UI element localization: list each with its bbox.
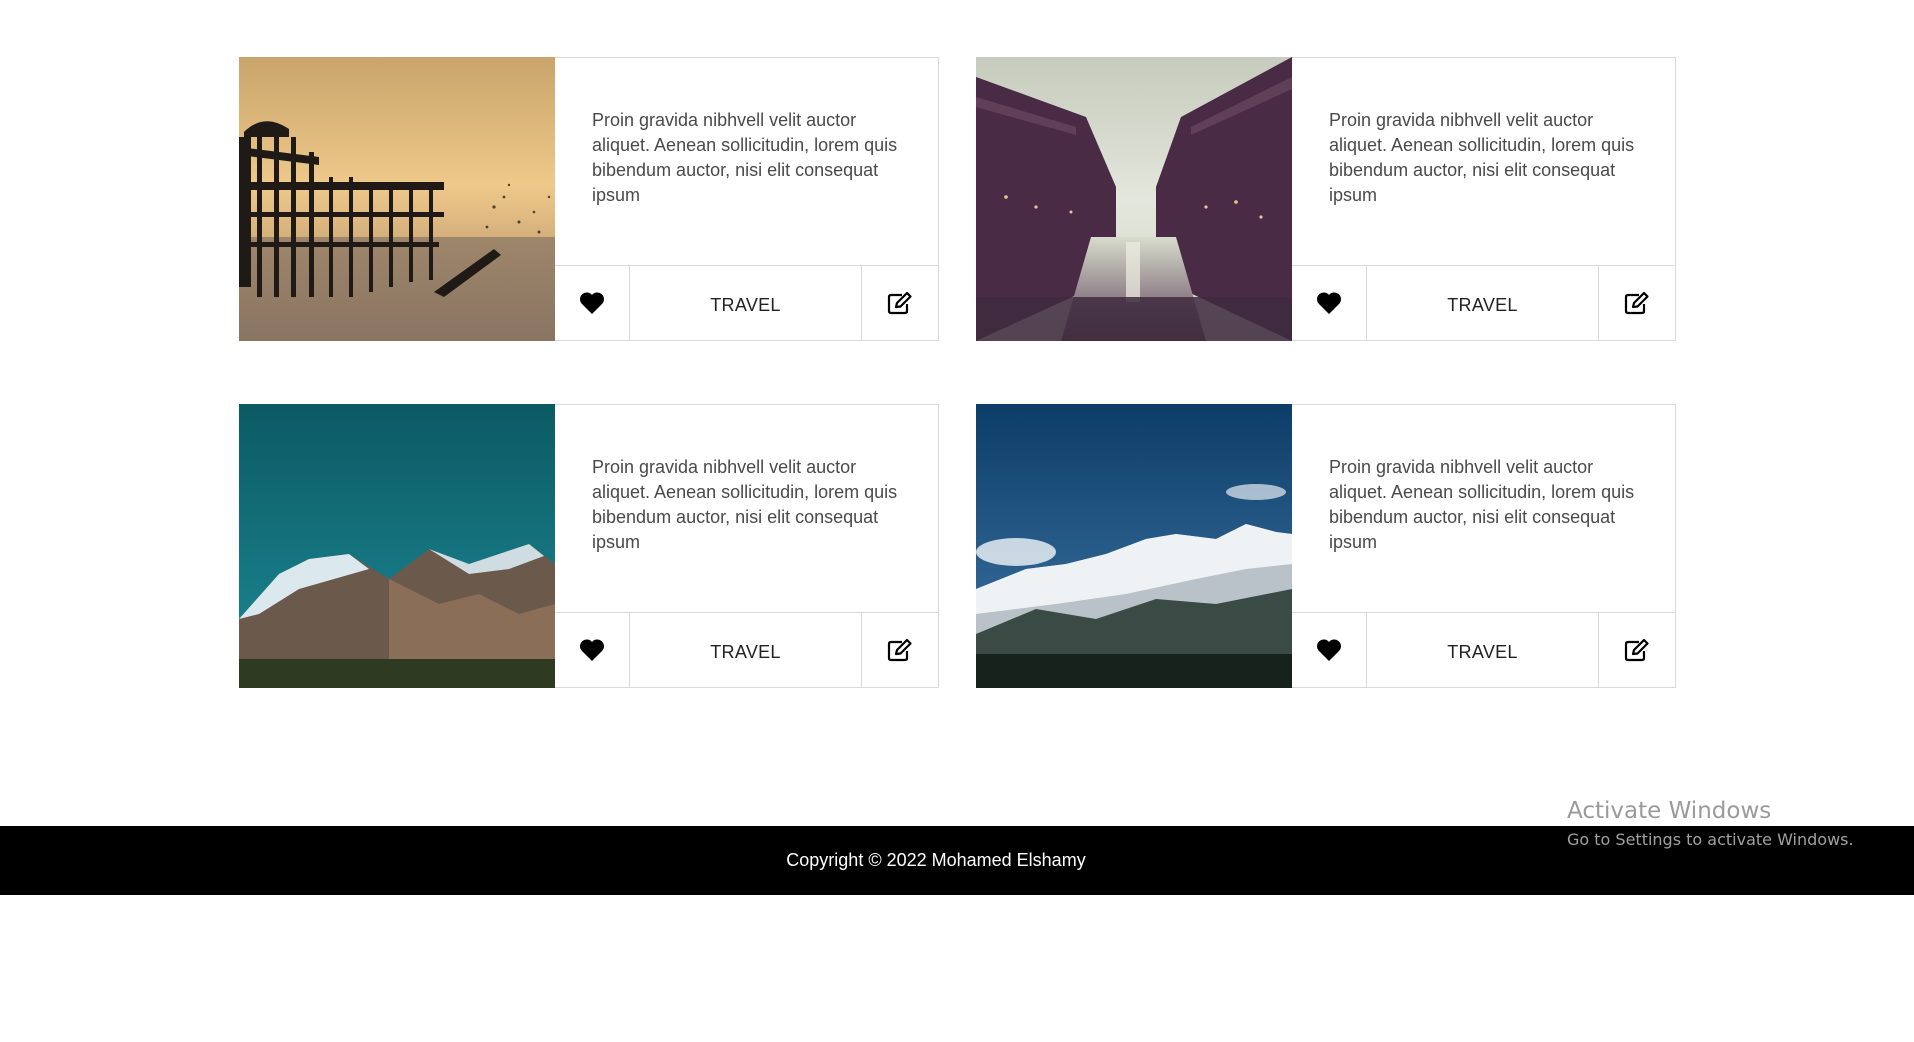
- heart-icon: [1316, 639, 1342, 661]
- like-button[interactable]: [555, 613, 630, 687]
- page: Proin gravida nibhvell velit auctor aliq…: [0, 0, 1914, 1042]
- snow-mountain-photo[interactable]: [976, 404, 1292, 688]
- card-content: Proin gravida nibhvell velit auctor aliq…: [1292, 57, 1676, 341]
- pier-sunset-photo[interactable]: [239, 57, 555, 341]
- watermark-title: Activate Windows: [1567, 798, 1772, 824]
- activation-watermark: Activate Windows Go to Settings to activ…: [1567, 797, 1854, 851]
- card-actions: TRAVEL: [555, 612, 938, 687]
- heart-icon: [1316, 292, 1342, 314]
- edit-icon: [1624, 638, 1649, 662]
- card-description: Proin gravida nibhvell velit auctor aliq…: [592, 457, 898, 552]
- card-actions: TRAVEL: [1292, 265, 1675, 340]
- edit-button[interactable]: [861, 613, 938, 687]
- card-content: Proin gravida nibhvell velit auctor aliq…: [555, 404, 939, 688]
- card-description: Proin gravida nibhvell velit auctor aliq…: [592, 110, 898, 205]
- blog-card: Proin gravida nibhvell velit auctor aliq…: [976, 404, 1676, 688]
- card-content: Proin gravida nibhvell velit auctor aliq…: [555, 57, 939, 341]
- like-button[interactable]: [555, 266, 630, 340]
- edit-icon: [887, 638, 912, 662]
- copyright-text: Copyright © 2022 Mohamed Elshamy: [786, 850, 1086, 870]
- blog-card: Proin gravida nibhvell velit auctor aliq…: [976, 57, 1676, 341]
- category-tag[interactable]: TRAVEL: [630, 266, 861, 340]
- card-actions: TRAVEL: [555, 265, 938, 340]
- edit-icon: [1624, 291, 1649, 315]
- card-content: Proin gravida nibhvell velit auctor aliq…: [1292, 404, 1676, 688]
- category-tag[interactable]: TRAVEL: [630, 613, 861, 687]
- edit-button[interactable]: [1598, 266, 1675, 340]
- heart-icon: [579, 292, 605, 314]
- edit-button[interactable]: [861, 266, 938, 340]
- edit-icon: [887, 291, 912, 315]
- card-description: Proin gravida nibhvell velit auctor aliq…: [1329, 457, 1635, 552]
- watermark-subtitle: Go to Settings to activate Windows.: [1567, 830, 1854, 849]
- card-description: Proin gravida nibhvell velit auctor aliq…: [1329, 110, 1635, 205]
- blog-card: Proin gravida nibhvell velit auctor aliq…: [239, 57, 939, 341]
- heart-icon: [579, 639, 605, 661]
- card-actions: TRAVEL: [1292, 612, 1675, 687]
- blog-card: Proin gravida nibhvell velit auctor aliq…: [239, 404, 939, 688]
- edit-button[interactable]: [1598, 613, 1675, 687]
- category-tag[interactable]: TRAVEL: [1367, 266, 1598, 340]
- canal-city-photo[interactable]: [976, 57, 1292, 341]
- like-button[interactable]: [1292, 613, 1367, 687]
- teal-mountain-photo[interactable]: [239, 404, 555, 688]
- category-tag[interactable]: TRAVEL: [1367, 613, 1598, 687]
- like-button[interactable]: [1292, 266, 1367, 340]
